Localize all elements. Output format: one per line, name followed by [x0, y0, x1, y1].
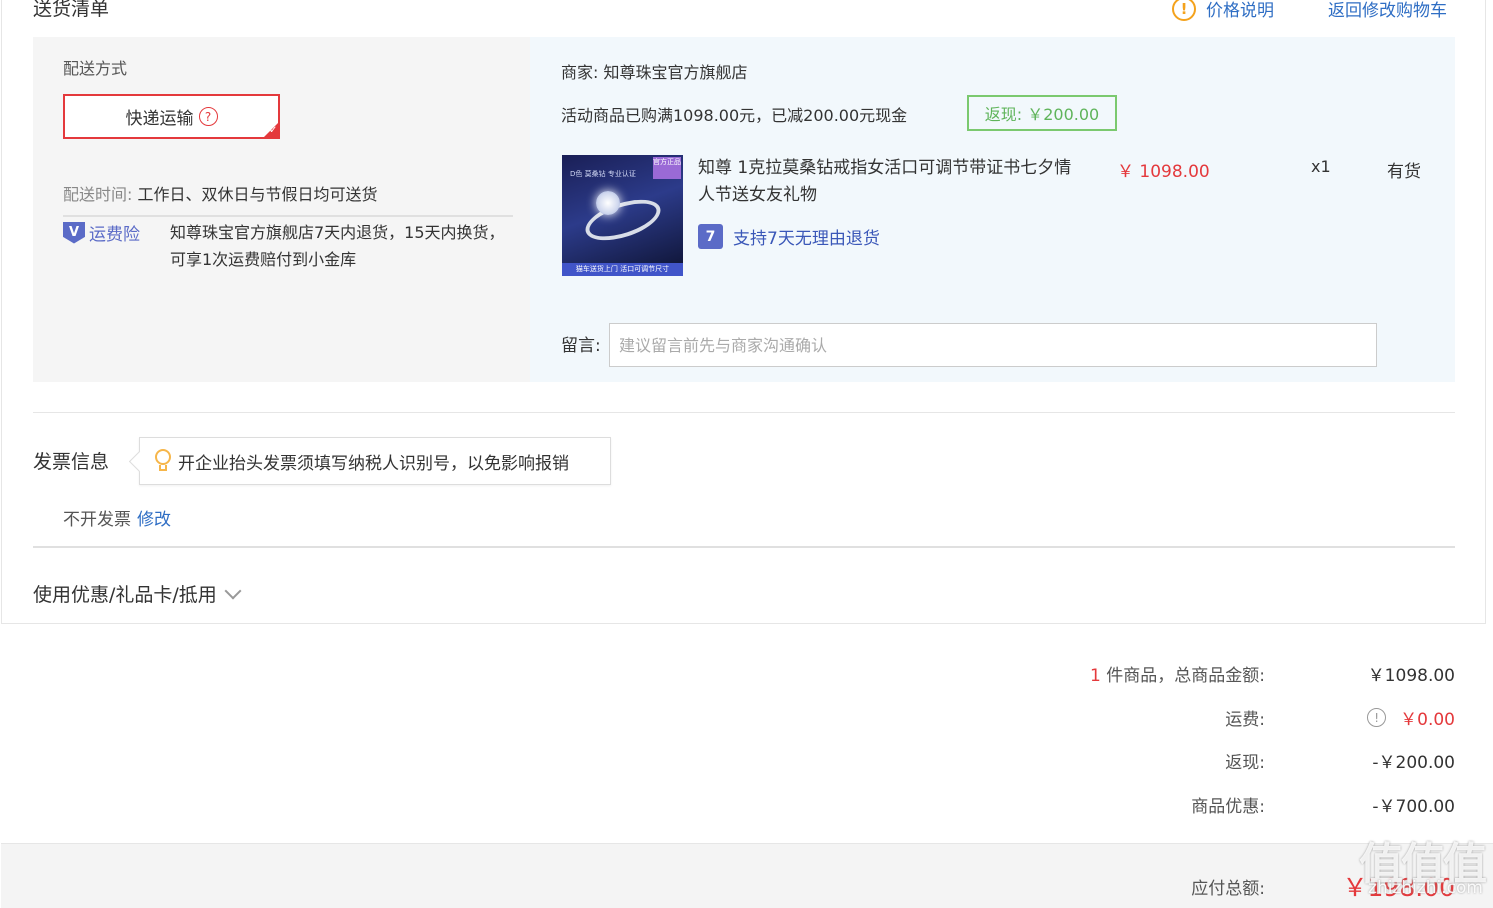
- watermark-site: zhizhizhi.com: [1368, 878, 1483, 898]
- product-thumbnail[interactable]: D色 莫桑钻 专业认证 官方正品 猫车送货上门 活口可调节尺寸: [562, 155, 683, 276]
- shipping-option-label: 快递运输: [125, 109, 194, 129]
- shipping-time-key: 配送时间:: [63, 185, 133, 204]
- thumbnail-band: 猫车送货上门 活口可调节尺寸: [562, 263, 683, 276]
- freight-insurance-text: 知尊珠宝官方旗舰店7天内退货，15天内换货，可享1次运费赔付到小金库: [170, 223, 505, 269]
- return-policy: 7 支持7天无理由退货: [698, 224, 880, 249]
- divider: [33, 546, 1455, 548]
- freight-value: ! ￥0.00: [1367, 705, 1455, 730]
- invoice-value-text: 不开发票: [63, 510, 131, 530]
- shipping-time: 配送时间: 工作日、双休日与节假日均可送货: [63, 181, 378, 205]
- gem-image: [596, 191, 620, 215]
- divider: [63, 215, 513, 217]
- discount-label: 商品优惠:: [1191, 797, 1265, 817]
- product-name-link[interactable]: 知尊 1克拉莫桑钻戒指女活口可调节带证书七夕情人节送女友礼物: [698, 155, 1073, 209]
- chevron-down-icon: [224, 582, 242, 599]
- return-policy-label: 支持7天无理由退货: [733, 229, 880, 249]
- invoice-tip: 开企业抬头发票须填写纳税人识别号，以免影响报销: [139, 437, 611, 485]
- freight-amount: ￥0.00: [1400, 710, 1455, 730]
- note-label: 留言:: [561, 336, 601, 356]
- shipping-panel: [33, 37, 530, 382]
- note-input[interactable]: [609, 323, 1377, 367]
- invoice-tip-text: 开企业抬头发票须填写纳税人识别号，以免影响报销: [178, 453, 569, 474]
- question-icon[interactable]: ?: [198, 107, 218, 126]
- cashback-value: -￥200.00: [1372, 753, 1455, 773]
- payable-label: 应付总额:: [1191, 879, 1265, 899]
- selected-check-icon: ✓: [262, 121, 280, 139]
- invoice-title: 发票信息: [33, 451, 110, 473]
- freight-label: 运费:: [1225, 710, 1265, 730]
- freight-insurance-tag: V 运费险: [63, 220, 140, 245]
- back-to-cart-link[interactable]: 返回修改购物车: [1328, 0, 1447, 21]
- divider: [33, 412, 1455, 413]
- price-note-label: 价格说明: [1206, 1, 1274, 21]
- shipping-method-label: 配送方式: [63, 59, 128, 78]
- coupon-toggle[interactable]: 使用优惠/礼品卡/抵用: [33, 580, 242, 607]
- item-count-text: 件商品，总商品金额:: [1100, 666, 1265, 686]
- warning-icon: !: [1172, 0, 1196, 21]
- invoice-edit-link[interactable]: 修改: [137, 510, 171, 530]
- invoice-value: 不开发票 修改: [63, 505, 171, 530]
- shield-icon: V: [63, 221, 85, 244]
- coupon-label: 使用优惠/礼品卡/抵用: [33, 584, 217, 606]
- shipping-time-value: 工作日、双休日与节假日均可送货: [137, 185, 378, 204]
- info-icon[interactable]: !: [1367, 708, 1387, 727]
- product-quantity: x1: [1311, 157, 1331, 176]
- discount-value: -￥700.00: [1372, 797, 1455, 817]
- shipping-option-express[interactable]: 快递运输 ? ✓: [63, 94, 280, 139]
- product-stock: 有货: [1387, 162, 1421, 182]
- footer-bar: [1, 843, 1493, 908]
- summary-count-label: 1 件商品，总商品金额:: [1090, 661, 1265, 686]
- merchant-name: 商家: 知尊珠宝官方旗舰店: [561, 63, 748, 82]
- price-note-link[interactable]: ! 价格说明: [1172, 0, 1274, 21]
- official-badge: 官方正品: [653, 157, 681, 179]
- product-price: ￥ 1098.00: [1117, 162, 1210, 182]
- item-count: 1: [1090, 666, 1101, 686]
- cashback-tag: 返现: ￥200.00: [967, 95, 1117, 131]
- cashback-label: 返现:: [1225, 753, 1265, 773]
- lightbulb-icon: [154, 449, 172, 473]
- seven-day-return-icon: 7: [698, 224, 723, 249]
- section-title: 送货清单: [33, 0, 110, 20]
- promo-text: 活动商品已购满1098.00元，已减200.00元现金: [561, 106, 908, 125]
- ring-image: [580, 191, 666, 249]
- freight-insurance-label: 运费险: [89, 225, 140, 245]
- goods-total: ￥1098.00: [1367, 666, 1455, 686]
